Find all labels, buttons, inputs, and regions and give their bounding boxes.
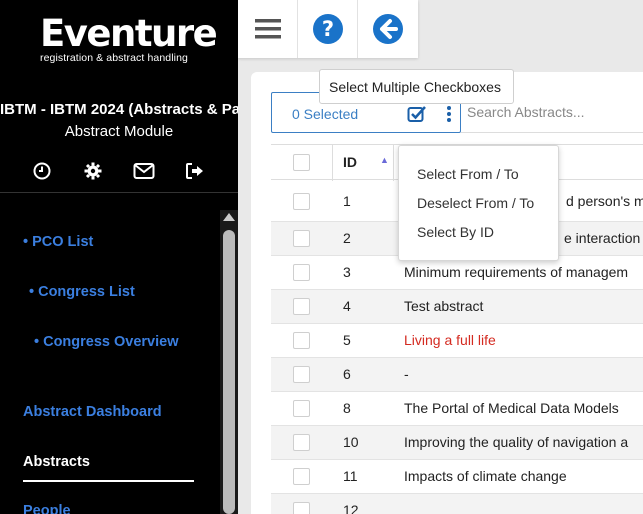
more-options-icon[interactable]	[446, 105, 452, 128]
row-title[interactable]: Improving the quality of navigation a	[404, 434, 628, 450]
row-title[interactable]: Test abstract	[404, 298, 483, 314]
row-id: 4	[343, 298, 351, 314]
menu-item-select-by-id[interactable]: Select By ID	[417, 224, 494, 240]
row-title[interactable]: -	[404, 366, 409, 382]
row-checkbox[interactable]	[293, 332, 310, 349]
nav-pco-list[interactable]: • PCO List	[23, 234, 93, 250]
logo-text: Eventure	[40, 12, 218, 55]
row-id: 5	[343, 332, 351, 348]
svg-text:?: ?	[321, 17, 333, 41]
sort-ascending-icon[interactable]: ▲	[380, 155, 389, 165]
row-checkbox[interactable]	[293, 434, 310, 451]
nav-abstract-dashboard[interactable]: Abstract Dashboard	[23, 404, 162, 420]
menu-item-deselect-from-to[interactable]: Deselect From / To	[417, 195, 534, 211]
nav-congress-overview[interactable]: • Congress Overview	[34, 334, 179, 350]
mail-icon[interactable]	[118, 160, 169, 182]
select-all-checkbox[interactable]	[293, 154, 310, 171]
column-header-id[interactable]: ID	[343, 154, 357, 170]
sidebar-scrollbar-thumb[interactable]	[223, 230, 235, 514]
nav-people[interactable]: People	[23, 503, 71, 514]
row-checkbox[interactable]	[293, 502, 310, 514]
table-row[interactable]: 4 Test abstract	[271, 290, 643, 324]
help-button[interactable]: ?	[298, 0, 358, 58]
eventure-logo[interactable]: Eventure registration & abstract handlin…	[40, 12, 218, 65]
gear-icon[interactable]	[67, 160, 118, 182]
row-id: 3	[343, 264, 351, 280]
row-checkbox[interactable]	[293, 366, 310, 383]
row-id: 10	[343, 434, 359, 450]
table-row[interactable]: 8 The Portal of Medical Data Models	[271, 392, 643, 426]
header-divider	[393, 145, 394, 181]
table-row[interactable]: 5 Living a full life	[271, 324, 643, 358]
nav-abstracts[interactable]: Abstracts	[23, 454, 90, 470]
nav-congress-list[interactable]: • Congress List	[29, 284, 135, 300]
selected-count: 0 Selected	[292, 106, 359, 122]
row-title[interactable]: Minimum requirements of managem	[404, 264, 628, 280]
tooltip: Select Multiple Checkboxes	[319, 69, 514, 104]
row-title[interactable]: d person's mo	[566, 193, 643, 209]
row-title[interactable]: e interaction	[564, 230, 640, 246]
row-checkbox[interactable]	[293, 193, 310, 210]
table-row[interactable]: 10 Improving the quality of navigation a	[271, 426, 643, 460]
sidebar-divider	[0, 192, 238, 193]
menu-item-select-from-to[interactable]: Select From / To	[417, 166, 519, 182]
row-checkbox[interactable]	[293, 468, 310, 485]
help-icon: ?	[312, 14, 343, 44]
row-id: 12	[343, 502, 359, 514]
logout-icon[interactable]	[169, 160, 220, 182]
header-divider	[332, 145, 333, 181]
sidebar: Eventure registration & abstract handlin…	[0, 0, 238, 514]
row-id: 8	[343, 400, 351, 416]
selection-dropdown-menu: Select From / To Deselect From / To Sele…	[398, 145, 559, 261]
table-row[interactable]: 3 Minimum requirements of managem	[271, 256, 643, 290]
module-title: Abstract Module	[64, 123, 174, 140]
row-checkbox[interactable]	[293, 400, 310, 417]
row-title[interactable]: The Portal of Medical Data Models	[404, 400, 619, 416]
clock-icon[interactable]	[16, 160, 67, 182]
table-row[interactable]: 12	[271, 494, 643, 514]
table-row[interactable]: 6-	[271, 358, 643, 392]
menu-button[interactable]	[238, 0, 298, 58]
top-toolbar: ?	[238, 0, 418, 58]
row-id: 6	[343, 366, 351, 382]
row-id: 2	[343, 230, 351, 246]
hamburger-icon	[254, 19, 281, 39]
row-title[interactable]: Living a full life	[404, 332, 496, 348]
row-checkbox[interactable]	[293, 298, 310, 315]
back-button[interactable]	[358, 0, 418, 58]
sidebar-icon-bar	[0, 160, 238, 182]
row-id: 11	[343, 468, 358, 484]
project-title: IBTM - IBTM 2024 (Abstracts & Par...	[0, 101, 238, 118]
row-id: 1	[343, 193, 351, 209]
row-title[interactable]: Impacts of climate change	[404, 468, 567, 484]
multi-select-checkbox-icon[interactable]	[407, 105, 427, 128]
back-arrow-icon	[373, 14, 403, 44]
row-checkbox[interactable]	[293, 230, 310, 247]
nav-active-underline	[23, 480, 194, 482]
scroll-up-arrow-icon[interactable]	[223, 213, 235, 221]
table-row[interactable]: 11 Impacts of climate change	[271, 460, 643, 494]
row-checkbox[interactable]	[293, 264, 310, 281]
